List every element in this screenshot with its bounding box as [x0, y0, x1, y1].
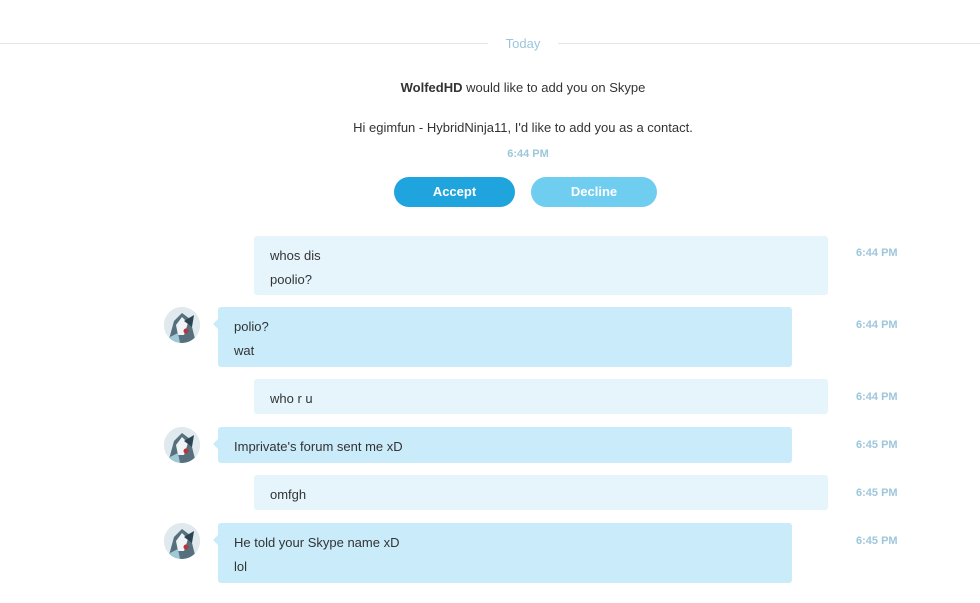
message-bubble-incoming[interactable]: Imprivate's forum sent me xD: [213, 427, 792, 463]
contact-avatar[interactable]: [164, 523, 200, 559]
message-bubble-outgoing[interactable]: omfgh: [254, 475, 828, 510]
message-line: wat: [234, 343, 255, 358]
message-bubble-outgoing[interactable]: who r u: [254, 379, 828, 414]
avatar-image: [164, 307, 200, 343]
message-line: polio?: [234, 319, 269, 334]
message-line: omfgh: [270, 487, 307, 502]
decline-button[interactable]: Decline: [531, 177, 657, 207]
avatar-image: [164, 523, 200, 559]
message-timestamp: 6:45 PM: [856, 487, 898, 499]
chat-conversation: Today WolfedHD would like to add you on …: [0, 0, 980, 603]
message-timestamp: 6:45 PM: [856, 439, 898, 451]
accept-button[interactable]: Accept: [394, 177, 515, 207]
message-line: whos dis: [270, 248, 321, 263]
contact-request-title: WolfedHD would like to add you on Skype: [0, 80, 980, 95]
message-timestamp: 6:44 PM: [856, 319, 898, 331]
request-sender-name: WolfedHD: [400, 80, 463, 95]
message-line: lol: [234, 559, 248, 574]
request-title-text: would like to add you on Skype: [462, 80, 646, 95]
date-divider-right: [558, 43, 980, 44]
message-timestamp: 6:44 PM: [856, 391, 898, 403]
message-line: Imprivate's forum sent me xD: [234, 439, 403, 454]
contact-avatar[interactable]: [164, 427, 200, 463]
message-timestamp: 6:45 PM: [856, 535, 898, 547]
message-line: poolio?: [270, 272, 312, 287]
date-divider-left: [0, 43, 488, 44]
contact-request-time: 6:44 PM: [507, 148, 549, 160]
message-bubble-incoming[interactable]: He told your Skype name xD lol: [213, 523, 792, 583]
contact-avatar[interactable]: [164, 307, 200, 343]
date-separator: Today: [0, 36, 980, 52]
message-timestamp: 6:44 PM: [856, 247, 898, 259]
contact-request-message: Hi egimfun - HybridNinja11, I'd like to …: [353, 120, 693, 135]
message-bubble-outgoing[interactable]: whos dis poolio?: [254, 236, 828, 295]
avatar-image: [164, 427, 200, 463]
message-bubble-incoming[interactable]: polio? wat: [213, 307, 792, 367]
message-line: He told your Skype name xD: [234, 535, 400, 550]
date-label: Today: [505, 36, 541, 51]
message-line: who r u: [270, 391, 313, 406]
